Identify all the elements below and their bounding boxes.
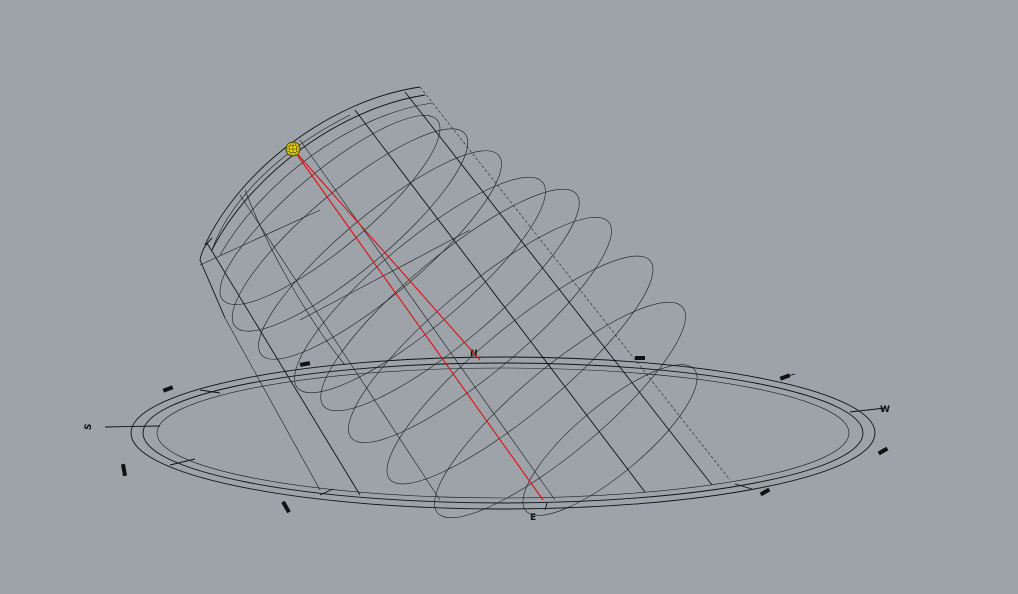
- compass-label-west: W: [880, 405, 890, 415]
- sun-path-wireframe[interactable]: S W N E: [0, 0, 1018, 594]
- compass-labels: S W N E: [84, 349, 890, 523]
- sun-ray-line: [292, 148, 544, 501]
- sun-sphere-icon[interactable]: [285, 141, 301, 157]
- sun-path-cylinder: [199, 86, 731, 519]
- ring-tick-glyphs: [120, 356, 889, 514]
- compass-label-south: S: [84, 423, 95, 431]
- 3d-viewport[interactable]: S W N E: [0, 0, 1018, 594]
